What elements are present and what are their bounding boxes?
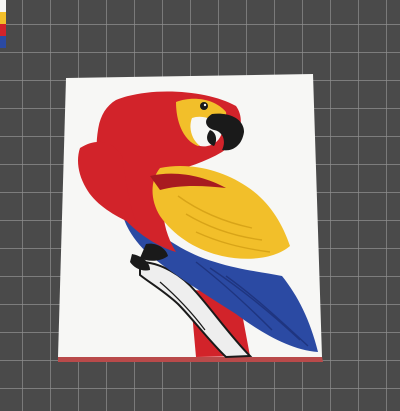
filament-swatch <box>0 24 6 36</box>
parrot-eye-highlight <box>203 103 207 107</box>
build-plate-scene[interactable] <box>0 0 400 411</box>
3d-viewport[interactable] <box>0 0 400 411</box>
filament-swatch <box>0 12 6 24</box>
filament-swatch <box>0 36 6 48</box>
filament-swatch-strip <box>0 0 6 48</box>
plaque-edge <box>58 357 323 362</box>
parrot-eye <box>200 102 208 110</box>
filament-swatch <box>0 0 6 12</box>
